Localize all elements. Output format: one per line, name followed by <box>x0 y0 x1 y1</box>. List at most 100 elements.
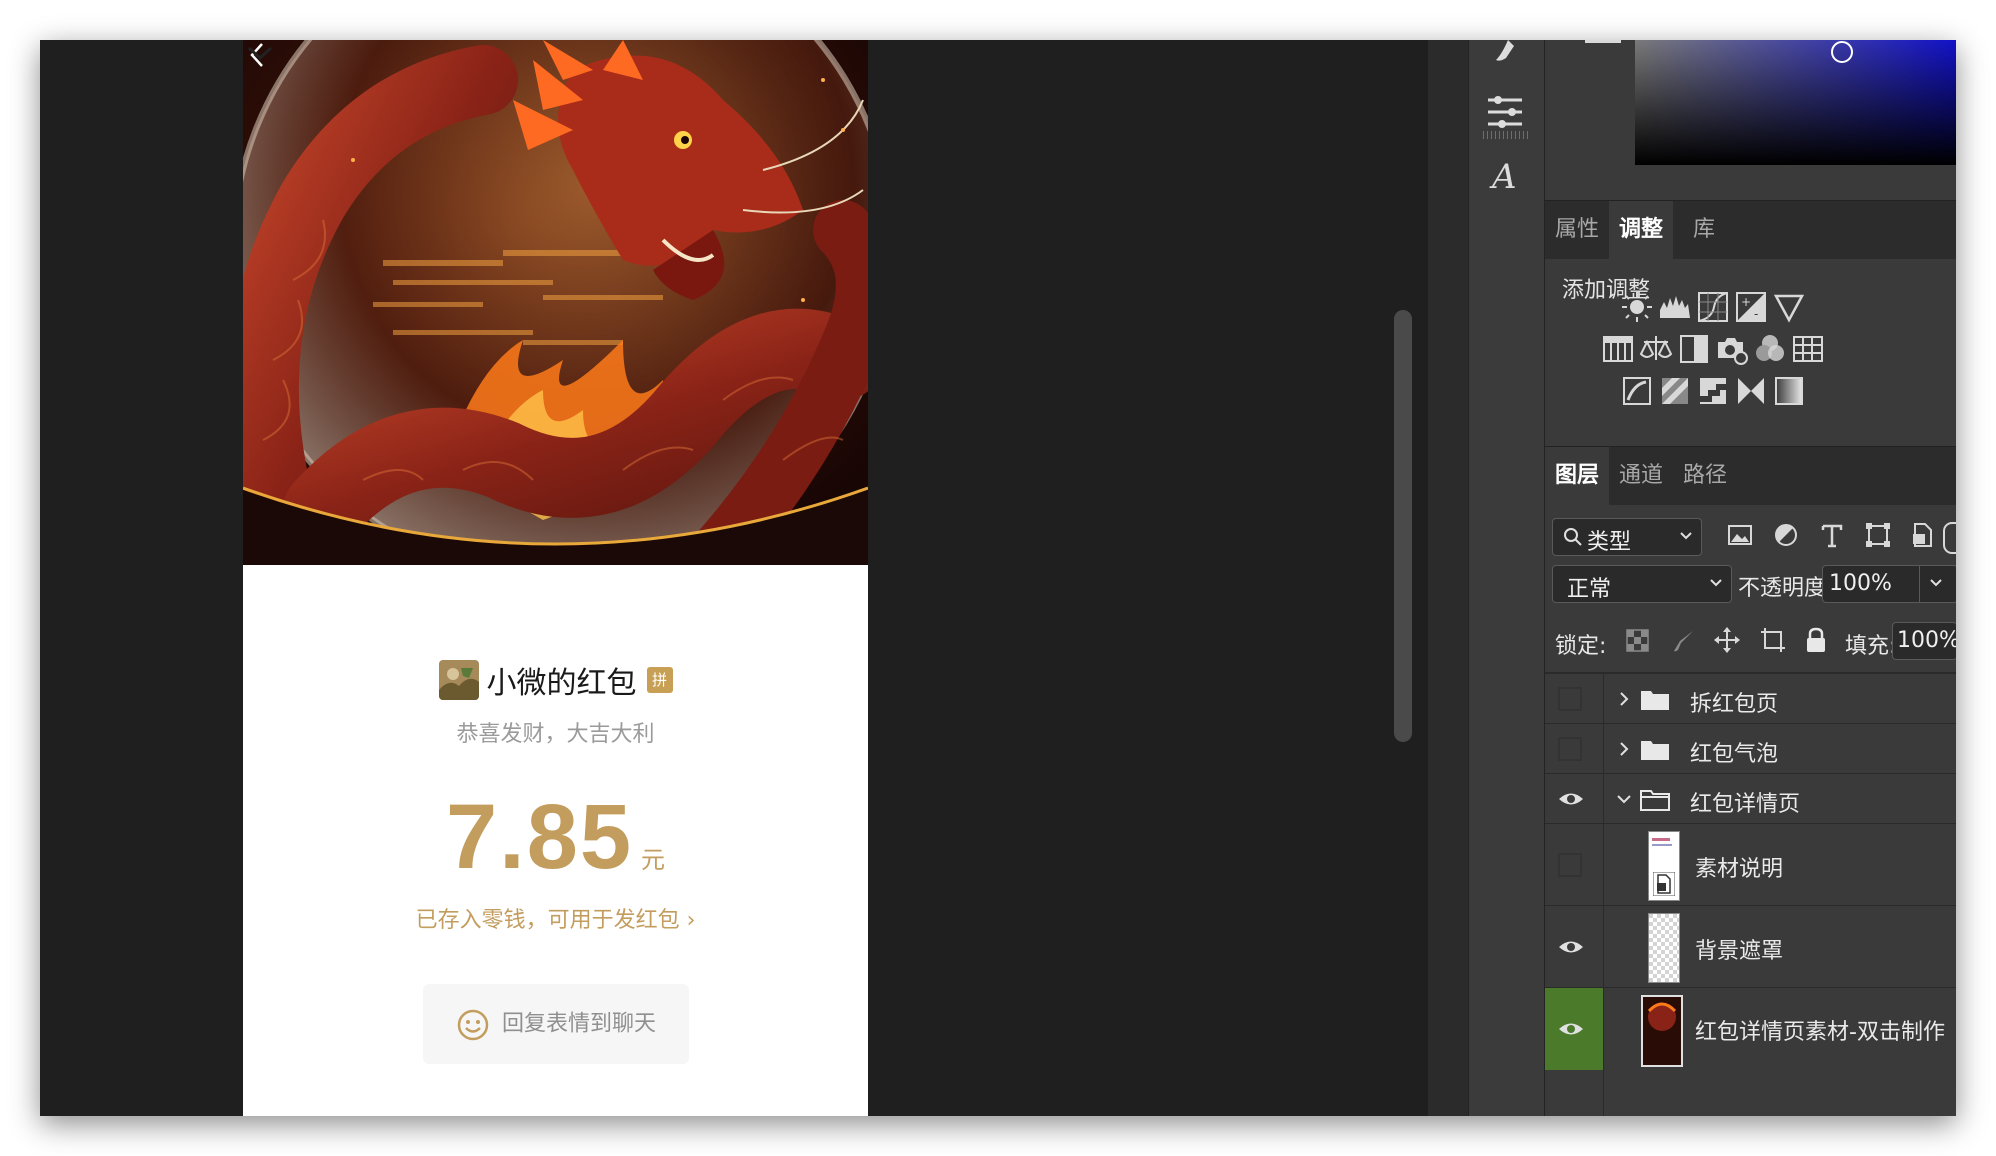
selective-color-icon[interactable] <box>1734 374 1768 408</box>
smart-object-badge-icon <box>1653 872 1675 896</box>
document-canvas[interactable]: 小微的红包拼 恭喜发财，大吉大利 7.85 元 已存入零钱，可用于发红包 › 回复… <box>40 40 1428 1116</box>
pin-badge: 拼 <box>646 667 673 693</box>
phone-artboard: 小微的红包拼 恭喜发财，大吉大利 7.85 元 已存入零钱，可用于发红包 › 回复… <box>243 40 868 1116</box>
tab-adjustments[interactable]: 调整 <box>1609 201 1673 259</box>
tab-libraries[interactable]: 库 <box>1673 201 1735 259</box>
levels-icon[interactable] <box>1658 290 1692 324</box>
folder-icon <box>1641 741 1669 760</box>
right-panel: 属性 调整 库 添加调整 + - 图层 通道 路径 类型 正常 不透明度: 10… <box>1545 40 1956 1116</box>
sender-avatar <box>438 660 479 700</box>
curves-icon[interactable] <box>1696 290 1730 324</box>
layer-row-group[interactable]: 红包详情页 <box>1545 773 1956 824</box>
panel-gutter <box>1428 40 1468 1116</box>
chevron-right-icon[interactable] <box>1615 690 1633 708</box>
blend-mode-dropdown[interactable]: 正常 <box>1552 565 1732 603</box>
chevron-down-icon[interactable] <box>1615 790 1633 808</box>
black-white-icon[interactable] <box>1677 332 1711 366</box>
filter-type-icon[interactable] <box>1817 520 1847 550</box>
brush-icon[interactable] <box>1482 40 1528 80</box>
panel-grip[interactable] <box>1483 131 1529 139</box>
layer-name: 素材说明 <box>1695 857 1784 882</box>
sender-row: 小微的红包拼 <box>243 658 868 708</box>
tab-channels[interactable]: 通道 <box>1609 447 1673 505</box>
layer-row-group[interactable]: 拆红包页 <box>1545 673 1956 724</box>
lock-image-pixels-icon[interactable] <box>1671 628 1697 654</box>
chevron-down-icon[interactable] <box>243 40 277 66</box>
layer-thumbnail <box>1648 831 1680 901</box>
eye-icon[interactable] <box>1558 934 1584 960</box>
folder-open-icon <box>1640 790 1670 811</box>
lock-transparent-pixels-icon[interactable] <box>1625 628 1651 654</box>
layer-name: 背景遮罩 <box>1695 939 1784 964</box>
color-field[interactable] <box>1635 40 1956 165</box>
filter-label: 类型 <box>1587 530 1632 555</box>
filter-smart-object-icon[interactable] <box>1907 520 1937 550</box>
folder-icon <box>1641 691 1669 710</box>
lock-position-icon[interactable] <box>1713 626 1741 654</box>
fill-field[interactable]: 100% <box>1892 622 1956 660</box>
opacity-value: 100% <box>1829 571 1892 596</box>
visibility-toggle[interactable] <box>1558 853 1582 877</box>
visibility-toggle[interactable] <box>1558 687 1582 711</box>
stored-text: 已存入零钱，可用于发红包 <box>415 908 680 933</box>
chevron-down-icon <box>1680 532 1692 540</box>
invert-icon[interactable] <box>1620 374 1654 408</box>
filter-adjustment-icon[interactable] <box>1771 520 1801 550</box>
adjustments-sliders-icon[interactable] <box>1482 88 1528 134</box>
layer-name: 拆红包页 <box>1690 692 1779 717</box>
chevron-right-icon[interactable] <box>1615 740 1633 758</box>
opacity-field[interactable]: 100% <box>1822 565 1956 603</box>
layer-row[interactable]: 素材说明 <box>1545 823 1956 906</box>
eye-icon[interactable] <box>1558 786 1584 812</box>
color-picker-cursor[interactable] <box>1831 41 1853 63</box>
filter-shape-icon[interactable] <box>1863 520 1893 550</box>
gradient-map-icon[interactable] <box>1772 374 1806 408</box>
sender-name: 小微的红包 <box>486 666 637 701</box>
smile-icon <box>457 1009 489 1040</box>
svg-text:+: + <box>1741 295 1751 309</box>
stored-to-wallet-link[interactable]: 已存入零钱，可用于发红包 › <box>243 902 868 934</box>
eye-icon[interactable] <box>1558 1016 1584 1042</box>
layer-name: 红包气泡 <box>1690 742 1779 767</box>
tab-layers[interactable]: 图层 <box>1545 447 1609 505</box>
posterize-icon[interactable] <box>1658 374 1692 408</box>
properties-tab-bar: 属性 调整 库 <box>1545 200 1956 259</box>
hue-saturation-icon[interactable] <box>1601 332 1635 366</box>
dragon-cover-image <box>243 40 868 565</box>
layer-row-group[interactable]: 红包气泡 <box>1545 723 1956 774</box>
svg-text:-: - <box>1754 307 1758 321</box>
amount-unit: 元 <box>641 846 666 874</box>
layer-name: 红包详情页素材-双击制作 <box>1695 1020 1945 1045</box>
filter-toggle[interactable] <box>1943 522 1956 554</box>
photoshop-window: 小微的红包拼 恭喜发财，大吉大利 7.85 元 已存入零钱，可用于发红包 › 回复… <box>40 40 1956 1116</box>
layer-row[interactable]: 红包详情页素材-双击制作 <box>1545 987 1956 1070</box>
exposure-icon[interactable]: + - <box>1734 290 1768 324</box>
threshold-icon[interactable] <box>1696 374 1730 408</box>
tab-properties[interactable]: 属性 <box>1545 201 1609 259</box>
tab-paths[interactable]: 路径 <box>1673 447 1737 505</box>
color-balance-icon[interactable] <box>1639 332 1673 366</box>
opacity-label: 不透明度: <box>1738 576 1834 601</box>
canvas-scrollbar[interactable] <box>1394 310 1412 742</box>
filter-pixel-icon[interactable] <box>1725 520 1755 550</box>
layers-tab-bar: 图层 通道 路径 <box>1545 446 1956 505</box>
channel-mixer-icon[interactable] <box>1753 332 1787 366</box>
vibrance-icon[interactable] <box>1772 290 1806 324</box>
fill-label: 填充: <box>1845 634 1897 659</box>
amount-value: 7.85 <box>445 786 634 888</box>
photo-filter-icon[interactable] <box>1715 332 1749 366</box>
lock-all-icon[interactable] <box>1803 626 1829 654</box>
layer-name: 红包详情页 <box>1690 792 1801 817</box>
lock-artboard-icon[interactable] <box>1759 626 1787 654</box>
layer-row[interactable]: 背景遮罩 <box>1545 905 1956 988</box>
fill-value: 100% <box>1897 628 1956 653</box>
reply-emoji-button[interactable]: 回复表情到聊天 <box>423 984 689 1064</box>
chevron-down-icon <box>1710 579 1722 587</box>
search-icon <box>1564 528 1582 546</box>
character-type-icon[interactable]: A <box>1482 152 1528 198</box>
color-lookup-icon[interactable] <box>1791 332 1825 366</box>
svg-text:A: A <box>1489 157 1517 197</box>
layer-filter-dropdown[interactable]: 类型 <box>1552 518 1702 556</box>
visibility-toggle[interactable] <box>1558 737 1582 761</box>
brightness-contrast-icon[interactable] <box>1620 290 1654 324</box>
